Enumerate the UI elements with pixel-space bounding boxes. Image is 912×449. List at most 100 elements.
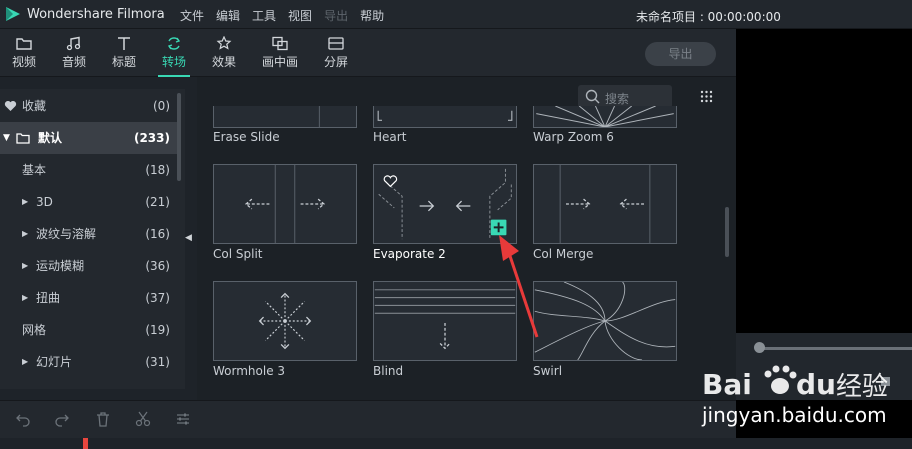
sidebar-item-count: (233) [133,131,170,145]
music-note-icon [66,36,81,51]
sidebar-item-basic[interactable]: 基本 (18) [0,154,178,186]
svg-text:Bai: Bai [702,368,752,401]
sidebar-item-label: 网格 [22,323,47,337]
menu-tools[interactable]: 工具 [252,7,276,24]
transition-thumb-swirl[interactable] [533,281,677,361]
library-scrollbar[interactable] [725,207,729,257]
tab-split-screen-label: 分屏 [323,55,348,69]
triangle-right-icon: ▶ [22,293,29,302]
sidebar-item-count: (31) [145,355,170,369]
media-toolbar: 视频 音频 标题 转场 效果 画中画 分屏 导出 [0,29,736,77]
cut-icon[interactable] [135,411,151,427]
preview-progress-track[interactable] [760,347,912,350]
filmora-logo-icon [6,7,20,21]
tab-audio[interactable]: 音频 [58,29,90,77]
sidebar-item-count: (0) [153,99,170,113]
watermark-url: jingyan.baidu.com [702,403,887,427]
transition-thumb-warp-zoom-6[interactable] [533,106,677,128]
menu-help[interactable]: 帮助 [360,7,384,24]
tab-titles[interactable]: 标题 [108,29,140,77]
transition-thumb-wormhole-3[interactable] [213,281,357,361]
tab-video-label: 视频 [11,55,36,69]
tab-audio-label: 音频 [61,55,86,69]
transition-label: Swirl [533,364,563,378]
project-title: 未命名项目 : 00:00:00:00 [636,10,781,24]
delete-icon[interactable] [95,411,111,427]
sidebar-item-label: 基本 [22,163,47,177]
tab-pip[interactable]: 画中画 [260,29,300,77]
sidebar-item-label: 幻灯片 [36,355,73,369]
collapse-sidebar-icon[interactable]: ◀ [185,233,192,243]
folder-icon [16,38,32,50]
export-button[interactable]: 导出 [645,42,716,66]
menu-edit[interactable]: 编辑 [216,7,240,24]
playhead[interactable] [83,438,88,449]
sidebar-item-count: (19) [145,323,170,337]
menu-export[interactable]: 导出 [324,7,348,24]
transition-thumb-col-split[interactable] [213,164,357,244]
triangle-right-icon: ▶ [22,261,29,270]
triangle-down-icon: ▼ [3,133,10,143]
transition-label: Erase Slide [213,130,280,144]
search-placeholder: 搜索 [605,92,630,106]
preview-progress-handle[interactable] [754,342,765,353]
sidebar-item-motion-blur[interactable]: ▶ 运动模糊 (36) [0,250,178,282]
sidebar-item-count: (36) [145,259,170,273]
transition-thumb-heart[interactable] [373,106,517,128]
triangle-right-icon: ▶ [22,229,29,238]
sidebar-item-favorites[interactable]: 收藏 (0) [0,90,178,122]
sidebar-item-grid[interactable]: 网格 (19) [0,314,178,346]
sidebar-item-ripple-dissolve[interactable]: ▶ 波纹与溶解 (16) [0,218,178,250]
transition-icon [167,37,181,50]
grid-view-icon[interactable] [700,90,713,103]
search-icon [585,89,600,104]
timeline[interactable] [0,438,912,449]
menu-view[interactable]: 视图 [288,7,312,24]
annotation-arrow [499,235,539,338]
undo-icon[interactable] [15,411,31,427]
tab-effects[interactable]: 效果 [208,29,240,77]
folder-icon [16,133,30,144]
sidebar-item-warp[interactable]: ▶ 扭曲 (37) [0,282,178,314]
tab-transitions[interactable]: 转场 [158,29,190,77]
menu-file[interactable]: 文件 [180,7,204,24]
tab-video[interactable]: 视频 [8,29,40,77]
text-icon [118,37,130,50]
app-title: Wondershare Filmora [27,7,165,22]
adjust-icon[interactable] [175,411,191,427]
sidebar-item-3d[interactable]: ▶ 3D (21) [0,186,178,218]
tab-titles-label: 标题 [111,55,136,69]
sidebar-item-count: (16) [145,227,170,241]
svg-text:du: du [796,368,836,401]
sidebar-item-label: 波纹与溶解 [36,227,97,241]
sidebar-scrollbar[interactable] [177,93,181,181]
sidebar-item-label: 默认 [38,131,63,145]
transition-label: Wormhole 3 [213,364,286,378]
main-menu: 文件 编辑 工具 视图 导出 帮助 [180,7,384,24]
split-screen-icon [328,37,344,50]
tab-transitions-label: 转场 [161,55,186,69]
transition-label: Evaporate 2 [373,247,446,261]
triangle-right-icon: ▶ [22,357,29,366]
transition-label: Col Split [213,247,263,261]
menu-bar: Wondershare Filmora 文件 编辑 工具 视图 导出 帮助 未命… [0,0,912,29]
tab-pip-label: 画中画 [261,55,298,69]
sidebar-item-label: 运动模糊 [36,259,85,273]
sidebar-item-label: 3D [36,195,53,209]
effects-icon [216,36,232,50]
sidebar-item-label: 扭曲 [36,291,61,305]
redo-icon[interactable] [54,411,70,427]
sidebar-item-count: (18) [145,163,170,177]
sidebar-item-count: (37) [145,291,170,305]
transition-label: Warp Zoom 6 [533,130,614,144]
sidebar-item-label: 收藏 [22,99,47,113]
transition-thumb-erase-slide[interactable] [213,106,357,128]
svg-text:经验: 经验 [836,372,888,402]
tab-split-screen[interactable]: 分屏 [320,29,352,77]
sidebar-item-default[interactable]: ▼ 默认 (233) [0,122,178,154]
tab-effects-label: 效果 [211,55,236,69]
transition-thumb-col-merge[interactable] [533,164,677,244]
triangle-right-icon: ▶ [22,197,29,206]
sidebar-item-count: (21) [145,195,170,209]
sidebar-item-slideshow[interactable]: ▶ 幻灯片 (31) [0,346,178,378]
